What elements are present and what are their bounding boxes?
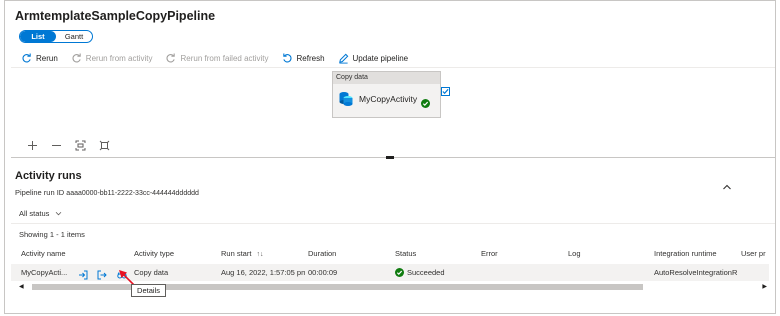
input-icon[interactable] [78, 267, 88, 280]
sort-icon: ↑↓ [256, 251, 264, 258]
success-check-icon [421, 95, 431, 108]
pane-resize-handle[interactable] [386, 156, 394, 159]
scroll-left-icon[interactable]: ◀ [19, 283, 24, 290]
pipeline-run-id: Pipeline run ID aaaa0000-bb11-2222-33cc-… [15, 188, 199, 197]
rerun-from-activity-icon [71, 52, 82, 64]
checkmark-icon [442, 88, 449, 95]
column-header-activity-name[interactable]: Activity name [21, 249, 66, 258]
pipeline-run-id-label: Pipeline run ID [15, 188, 65, 197]
cell-status: Succeeded [395, 268, 445, 277]
items-count: Showing 1 - 1 items [19, 230, 85, 239]
table-header: Activity name Activity type Run start ↑↓ … [15, 249, 775, 261]
update-pipeline-label: Update pipeline [352, 53, 409, 63]
copy-data-database-icon [339, 91, 353, 107]
zoom-out-icon[interactable] [51, 140, 62, 151]
edit-pencil-icon [338, 53, 349, 64]
refresh-button[interactable]: Refresh [282, 52, 325, 64]
column-header-duration[interactable]: Duration [308, 249, 336, 258]
activity-runs-title: Activity runs [15, 170, 82, 182]
rerun-from-activity-button[interactable]: Rerun from activity [71, 52, 153, 64]
activity-node[interactable]: Copy data MyCopyActivity [332, 71, 441, 118]
toolbar-divider [11, 67, 775, 68]
cell-status-label: Succeeded [407, 268, 445, 277]
column-header-log[interactable]: Log [568, 249, 581, 258]
cell-activity-type: Copy data [134, 268, 169, 277]
rerun-icon [21, 52, 32, 64]
list-view-button[interactable]: List [20, 31, 56, 42]
node-select-checkbox[interactable] [441, 87, 450, 96]
activity-node-type: Copy data [333, 72, 440, 84]
fit-to-screen-icon[interactable] [75, 140, 86, 151]
auto-align-icon[interactable] [99, 140, 110, 151]
scroll-right-icon[interactable]: ▶ [762, 283, 767, 290]
update-pipeline-button[interactable]: Update pipeline [338, 53, 409, 64]
rerun-from-failed-icon [165, 52, 176, 64]
rerun-from-failed-button[interactable]: Rerun from failed activity [165, 52, 269, 64]
rerun-label: Rerun [36, 53, 58, 63]
run-start-header-label: Run start [221, 249, 252, 258]
chevron-up-icon[interactable] [722, 178, 732, 190]
canvas-tools [27, 140, 123, 151]
cell-activity-name[interactable]: MyCopyActi... [21, 268, 67, 277]
filter-divider [11, 223, 775, 224]
column-header-run-start[interactable]: Run start ↑↓ [221, 249, 263, 258]
column-header-status[interactable]: Status [395, 249, 416, 258]
zoom-in-icon[interactable] [27, 140, 38, 151]
cell-duration: 00:00:09 [308, 268, 338, 277]
column-header-integration-runtime[interactable]: Integration runtime [654, 249, 717, 258]
success-check-icon [395, 268, 404, 277]
cell-integration-runtime: AutoResolveIntegrationR [654, 268, 738, 277]
view-toggle: List Gantt [19, 30, 93, 43]
details-tooltip: Details [131, 284, 166, 297]
status-filter-dropdown[interactable]: All status [19, 209, 62, 218]
gantt-view-button[interactable]: Gantt [56, 31, 92, 42]
rerun-button[interactable]: Rerun [21, 52, 58, 64]
rerun-from-failed-label: Rerun from failed activity [180, 53, 269, 63]
cell-run-start: Aug 16, 2022, 1:57:05 pm [221, 268, 305, 277]
page-title: ArmtemplateSampleCopyPipeline [15, 9, 216, 23]
rerun-from-activity-label: Rerun from activity [85, 53, 153, 63]
output-icon[interactable] [97, 267, 107, 280]
refresh-label: Refresh [296, 53, 325, 63]
chevron-down-icon [56, 211, 62, 216]
toolbar: Rerun Rerun from activity Rerun from fai… [21, 50, 421, 66]
refresh-icon [282, 52, 293, 64]
column-header-error[interactable]: Error [481, 249, 498, 258]
status-filter-value: All status [19, 209, 50, 218]
column-header-user-properties[interactable]: User pr [741, 249, 766, 258]
activity-node-name: MyCopyActivity [359, 94, 418, 104]
column-header-activity-type[interactable]: Activity type [134, 249, 174, 258]
pipeline-run-monitor: ArmtemplateSampleCopyPipeline List Gantt… [4, 0, 776, 314]
pipeline-run-id-value: aaaa0000-bb11-2222-33cc-444444dddddd [66, 190, 199, 197]
